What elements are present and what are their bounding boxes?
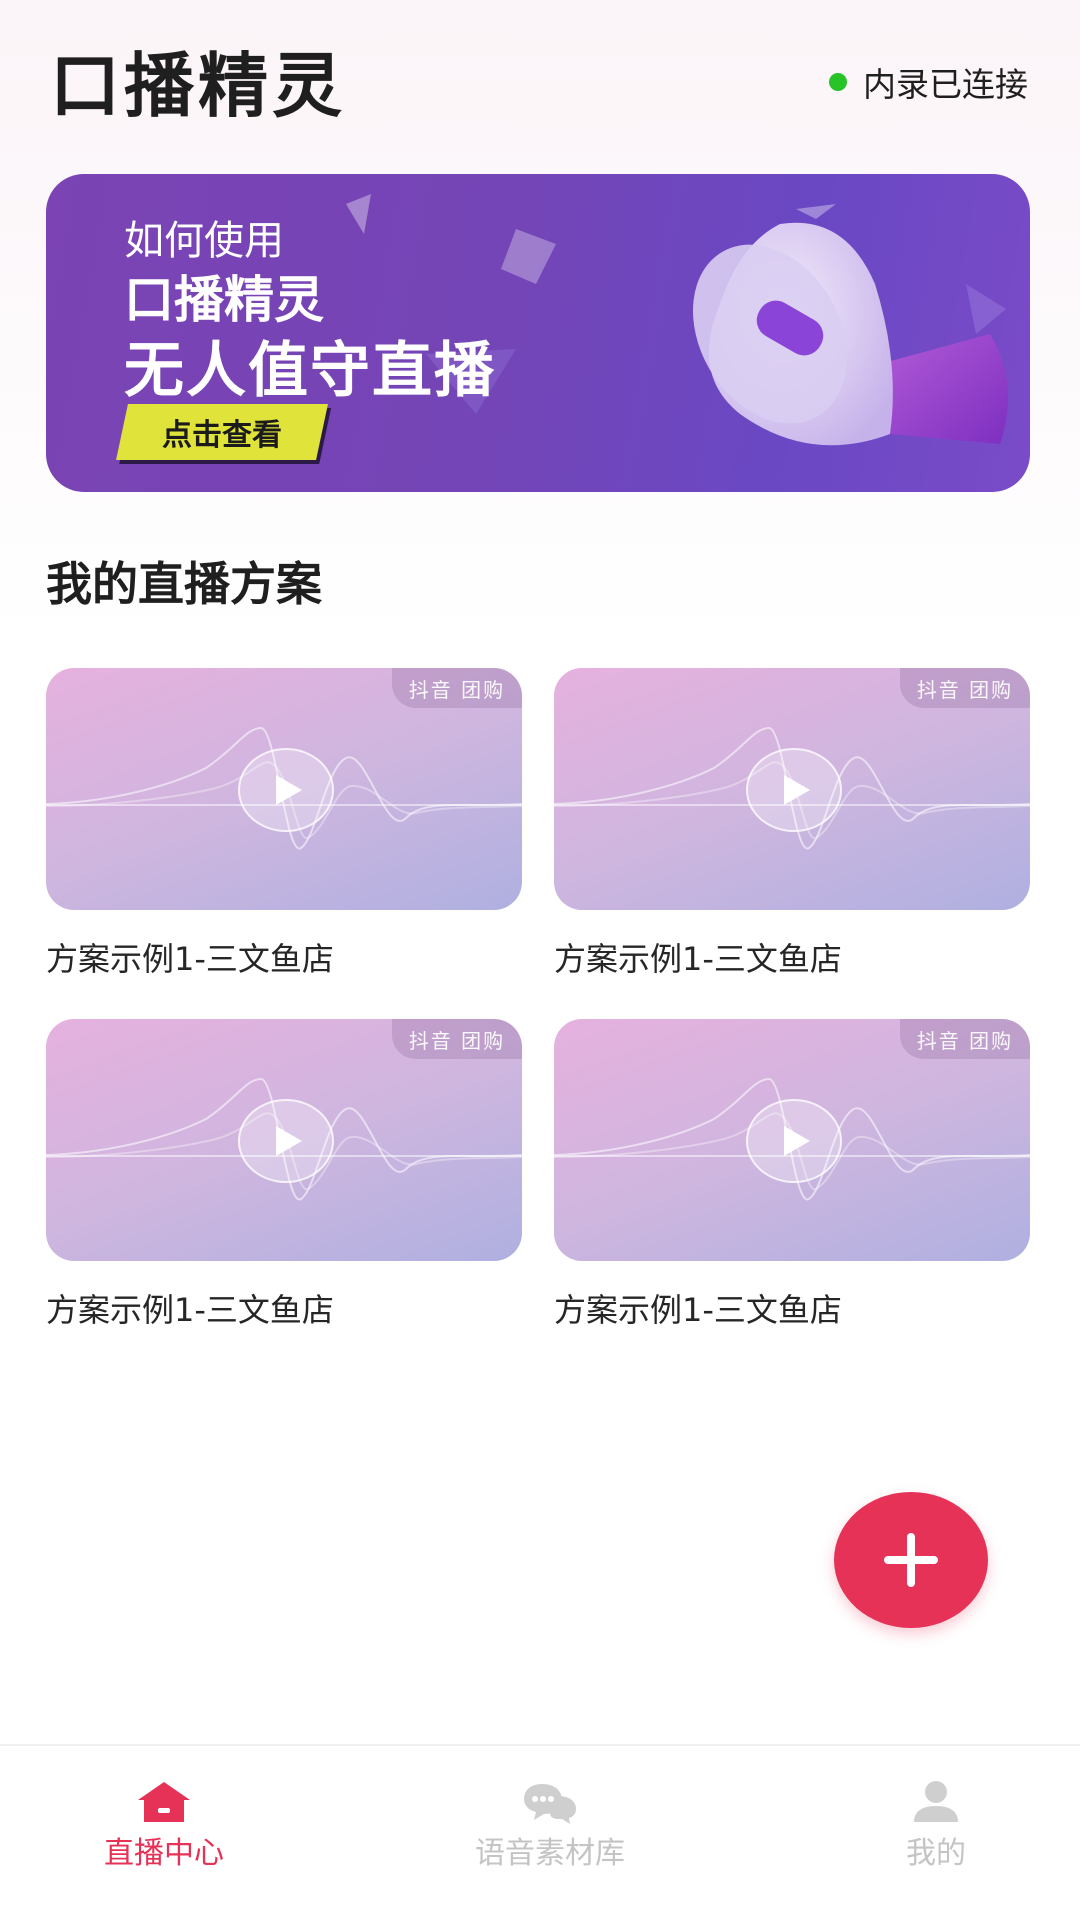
play-icon bbox=[784, 1126, 810, 1156]
plus-icon-vertical bbox=[907, 1533, 915, 1587]
platform-badge: 抖音 团购 bbox=[392, 668, 522, 708]
plan-thumbnail[interactable]: 抖音 团购 bbox=[46, 1019, 522, 1261]
megaphone-icon bbox=[692, 222, 1008, 446]
plan-card[interactable]: 抖音 团购 方案示例1-三文鱼店 bbox=[46, 1019, 522, 1331]
plan-title: 方案示例1-三文鱼店 bbox=[46, 1291, 334, 1329]
play-button[interactable] bbox=[746, 748, 842, 832]
nav-item-voice-library[interactable]: 语音素材库 bbox=[400, 1746, 700, 1922]
connection-status: 内录已连接 bbox=[829, 58, 1028, 106]
tutorial-banner[interactable]: 如何使用 口播精灵 无人值守直播 点击查看 bbox=[46, 174, 1030, 492]
view-tutorial-label: 点击查看 bbox=[162, 418, 282, 453]
status-dot-icon bbox=[829, 73, 847, 91]
nav-label: 直播中心 bbox=[104, 1836, 224, 1871]
plan-title: 方案示例1-三文鱼店 bbox=[554, 940, 842, 978]
nav-label: 语音素材库 bbox=[475, 1836, 625, 1871]
play-button[interactable] bbox=[746, 1099, 842, 1183]
home-icon bbox=[138, 1782, 190, 1822]
play-button[interactable] bbox=[238, 1099, 334, 1183]
app-title: 口播精灵 bbox=[50, 45, 346, 127]
plan-thumbnail[interactable]: 抖音 团购 bbox=[46, 668, 522, 910]
bottom-nav: 直播中心 语音素材库 我的 bbox=[0, 1744, 1080, 1922]
platform-badge: 抖音 团购 bbox=[392, 1019, 522, 1059]
plan-card[interactable]: 抖音 团购 方案示例1-三文鱼店 bbox=[554, 668, 1030, 980]
view-tutorial-button[interactable]: 点击查看 bbox=[116, 404, 328, 460]
plan-thumbnail[interactable]: 抖音 团购 bbox=[554, 1019, 1030, 1261]
play-icon bbox=[784, 775, 810, 805]
status-text: 内录已连接 bbox=[863, 65, 1028, 104]
plan-title: 方案示例1-三文鱼店 bbox=[554, 1291, 842, 1329]
play-button[interactable] bbox=[238, 748, 334, 832]
plan-card[interactable]: 抖音 团购 方案示例1-三文鱼店 bbox=[554, 1019, 1030, 1331]
platform-badge: 抖音 团购 bbox=[900, 668, 1030, 708]
play-icon bbox=[276, 775, 302, 805]
nav-item-live-center[interactable]: 直播中心 bbox=[14, 1746, 314, 1922]
user-icon bbox=[914, 1781, 958, 1822]
chat-icon bbox=[524, 1784, 576, 1824]
nav-label: 我的 bbox=[906, 1836, 966, 1871]
section-title: 我的直播方案 bbox=[46, 557, 322, 611]
add-plan-button[interactable] bbox=[834, 1492, 988, 1628]
banner-line-3: 无人值守直播 bbox=[124, 336, 496, 406]
plan-title: 方案示例1-三文鱼店 bbox=[46, 940, 334, 978]
banner-line-1: 如何使用 bbox=[124, 218, 284, 264]
platform-badge: 抖音 团购 bbox=[900, 1019, 1030, 1059]
plan-card[interactable]: 抖音 团购 方案示例1-三文鱼店 bbox=[46, 668, 522, 980]
play-icon bbox=[276, 1126, 302, 1156]
plan-thumbnail[interactable]: 抖音 团购 bbox=[554, 668, 1030, 910]
nav-item-profile[interactable]: 我的 bbox=[786, 1746, 1080, 1922]
